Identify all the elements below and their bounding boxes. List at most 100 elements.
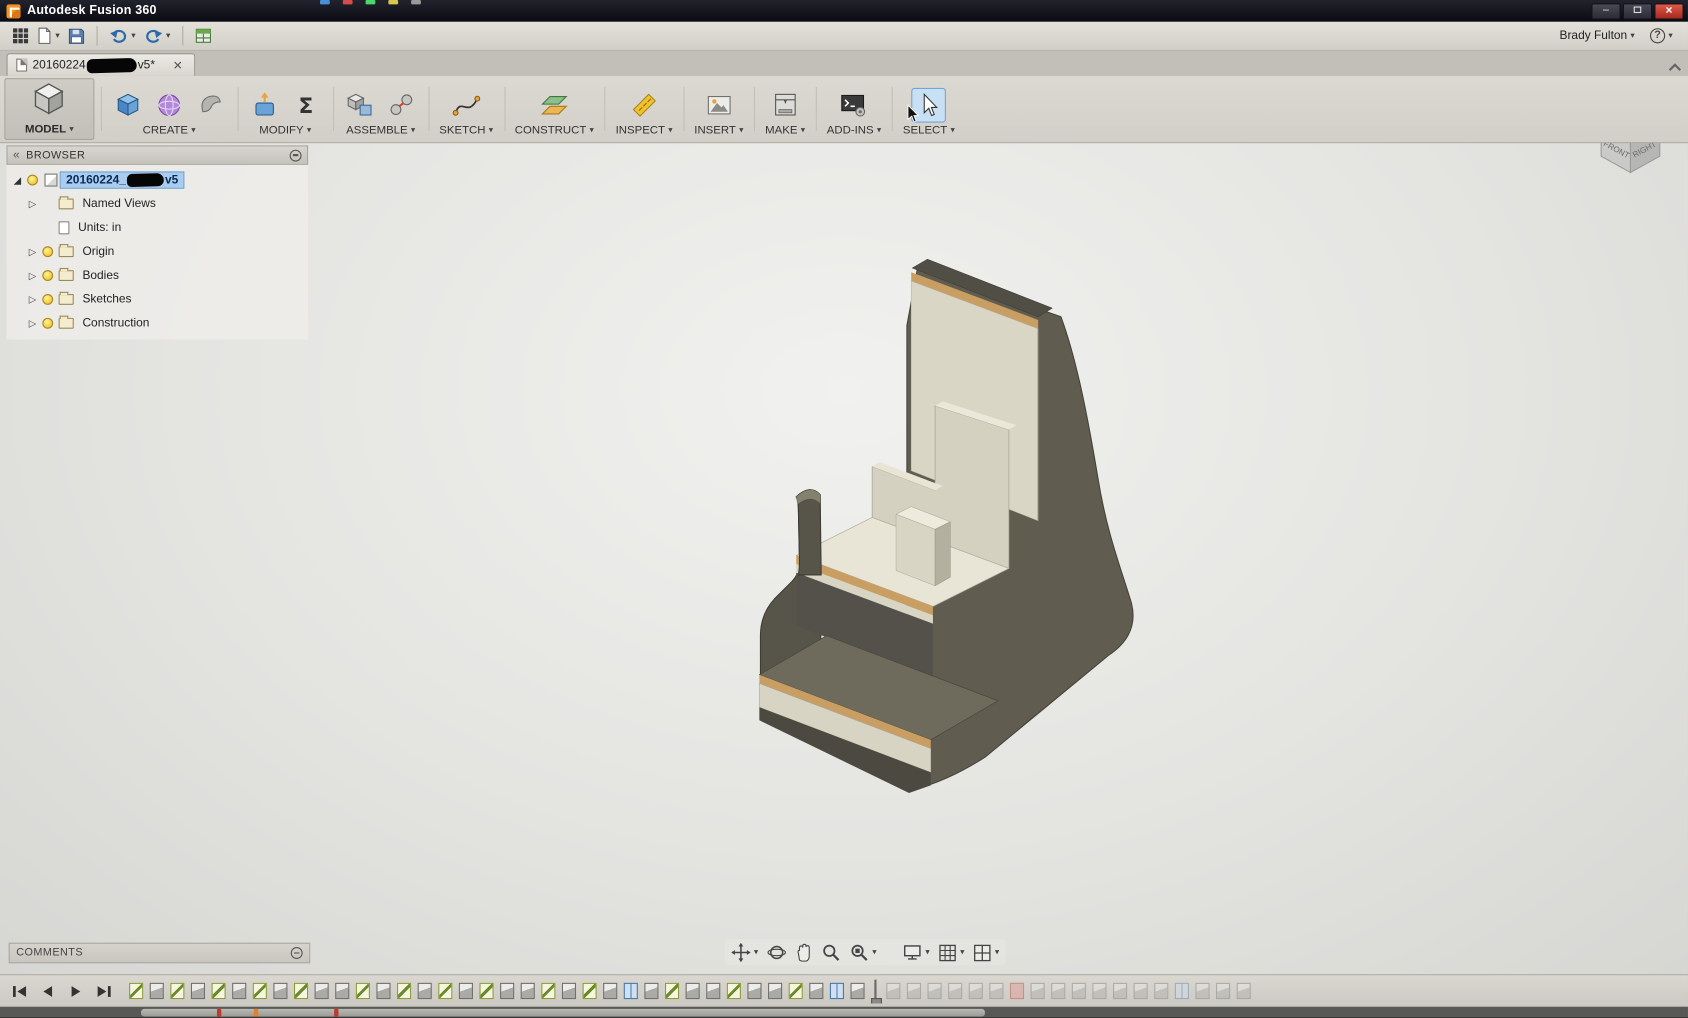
timeline-feature-icon[interactable]: [191, 983, 205, 999]
fit-button[interactable]: [846, 941, 880, 965]
timeline-feature-icon[interactable]: [789, 983, 803, 999]
visibility-bulb-icon[interactable]: [42, 294, 53, 305]
timeline-feature-icon[interactable]: [1010, 983, 1024, 999]
browser-row[interactable]: Sketches: [7, 287, 309, 311]
expand-arrow-icon[interactable]: [11, 174, 24, 186]
ribbon-menu-addins[interactable]: ADD-INS: [827, 124, 881, 137]
timeline-feature-icon[interactable]: [170, 983, 184, 999]
timeline-feature-icon[interactable]: [541, 983, 555, 999]
document-tab[interactable]: 20160224 v5 * ✕: [7, 53, 196, 76]
expand-arrow-icon[interactable]: [26, 270, 39, 282]
timeline-scrollbar-thumb[interactable]: [141, 1008, 985, 1016]
timeline-feature-icon[interactable]: [989, 983, 1003, 999]
timeline-feature-icon[interactable]: [418, 983, 432, 999]
timeline-feature-icon[interactable]: [1175, 983, 1189, 999]
browser-row[interactable]: Construction: [7, 311, 309, 335]
measure-button[interactable]: [628, 89, 661, 122]
ribbon-menu-make[interactable]: MAKE: [765, 124, 805, 137]
comments-toggle[interactable]: [291, 947, 303, 959]
grid-snaps-button[interactable]: [935, 941, 968, 965]
comments-bar[interactable]: COMMENTS: [9, 943, 311, 964]
expand-arrow-icon[interactable]: [26, 246, 39, 258]
browser-collapse-icon[interactable]: [13, 149, 20, 161]
timeline-feature-icon[interactable]: [1154, 983, 1168, 999]
timeline-feature-icon[interactable]: [928, 983, 942, 999]
timeline-feature-icon[interactable]: [500, 983, 514, 999]
timeline-feature-icon[interactable]: [948, 983, 962, 999]
timeline-feature-icon[interactable]: [273, 983, 287, 999]
timeline-feature-icon[interactable]: [583, 983, 597, 999]
ribbon-menu-create[interactable]: CREATE: [143, 124, 196, 137]
timeline-feature-icon[interactable]: [624, 983, 638, 999]
timeline-feature-icon[interactable]: [521, 983, 535, 999]
expand-arrow-icon[interactable]: [26, 293, 39, 305]
save-button[interactable]: [64, 24, 89, 48]
browser-display-toggle[interactable]: [290, 149, 302, 161]
sketch-button[interactable]: [450, 89, 483, 122]
parameters-button[interactable]: Σ: [290, 89, 323, 122]
pan-button[interactable]: [728, 941, 762, 965]
user-account-menu[interactable]: Brady Fulton: [1560, 29, 1635, 42]
timeline-go-start-button[interactable]: [9, 981, 31, 1001]
timeline-settings-button[interactable]: [1666, 981, 1688, 1001]
timeline-feature-icon[interactable]: [129, 983, 143, 999]
workspace-menu-model[interactable]: MODEL: [25, 123, 74, 136]
timeline-play-button[interactable]: [65, 981, 87, 1001]
toolbar-collapse-button[interactable]: [1668, 63, 1681, 72]
ribbon-menu-construct[interactable]: CONSTRUCT: [515, 124, 594, 137]
restore-button[interactable]: [1623, 3, 1652, 19]
file-menu-button[interactable]: [33, 24, 64, 48]
visibility-bulb-icon[interactable]: [42, 318, 53, 329]
create-box-button[interactable]: [112, 89, 145, 122]
timeline-step-back-button[interactable]: [37, 981, 59, 1001]
timeline-feature-icon[interactable]: [1072, 983, 1086, 999]
timeline-scrollbar[interactable]: [0, 1007, 1688, 1018]
make-button[interactable]: [769, 89, 802, 122]
ribbon-menu-assemble[interactable]: ASSEMBLE: [346, 124, 415, 137]
visibility-bulb-icon[interactable]: [27, 175, 38, 186]
ribbon-menu-sketch[interactable]: SKETCH: [439, 124, 493, 137]
construct-plane-button[interactable]: [538, 89, 571, 122]
timeline-feature-icon[interactable]: [253, 983, 267, 999]
browser-row[interactable]: Named Views: [7, 192, 309, 216]
timeline-feature-icon[interactable]: [665, 983, 679, 999]
timeline-go-end-button[interactable]: [93, 981, 115, 1001]
app-grid-button[interactable]: [9, 24, 33, 48]
ribbon-menu-inspect[interactable]: INSPECT: [616, 124, 673, 137]
timeline-feature-icon[interactable]: [376, 983, 390, 999]
browser-row[interactable]: Bodies: [7, 264, 309, 288]
ribbon-menu-modify[interactable]: MODIFY: [259, 124, 311, 137]
close-button[interactable]: ×: [1654, 3, 1683, 19]
timeline-feature-icon[interactable]: [1237, 983, 1251, 999]
timeline-feature-icon[interactable]: [479, 983, 493, 999]
ribbon-menu-insert[interactable]: INSERT: [694, 124, 743, 137]
timeline-feature-icon[interactable]: [232, 983, 246, 999]
timeline-feature-icon[interactable]: [150, 983, 164, 999]
display-settings-button[interactable]: [899, 941, 933, 965]
create-sculpt-button[interactable]: [194, 89, 227, 122]
timeline-feature-icon[interactable]: [438, 983, 452, 999]
tab-close-button[interactable]: ✕: [170, 58, 185, 72]
timeline-feature-icon[interactable]: [1092, 983, 1106, 999]
timeline-feature-icon[interactable]: [706, 983, 720, 999]
expand-arrow-icon[interactable]: [26, 198, 39, 210]
timeline-feature-icon[interactable]: [1216, 983, 1230, 999]
joint-button[interactable]: [385, 89, 418, 122]
press-pull-button[interactable]: [248, 89, 281, 122]
ribbon-menu-select[interactable]: SELECT: [903, 124, 955, 137]
workspace-switcher[interactable]: MODEL: [4, 78, 94, 140]
timeline-feature-icon[interactable]: [1051, 983, 1065, 999]
minimize-button[interactable]: −: [1591, 3, 1620, 19]
timeline-feature-icon[interactable]: [335, 983, 349, 999]
zoom-button[interactable]: [818, 941, 844, 965]
browser-row[interactable]: Units: in: [7, 216, 309, 240]
timeline-feature-icon[interactable]: [907, 983, 921, 999]
orbit-button[interactable]: [764, 941, 790, 965]
timeline-feature-icon[interactable]: [1134, 983, 1148, 999]
addins-button[interactable]: [838, 89, 871, 122]
timeline-feature-icon[interactable]: [830, 983, 844, 999]
browser-root-row[interactable]: 20160224_v5: [7, 168, 309, 192]
create-form-button[interactable]: [153, 89, 186, 122]
timeline-feature-icon[interactable]: [747, 983, 761, 999]
visibility-bulb-icon[interactable]: [42, 270, 53, 281]
